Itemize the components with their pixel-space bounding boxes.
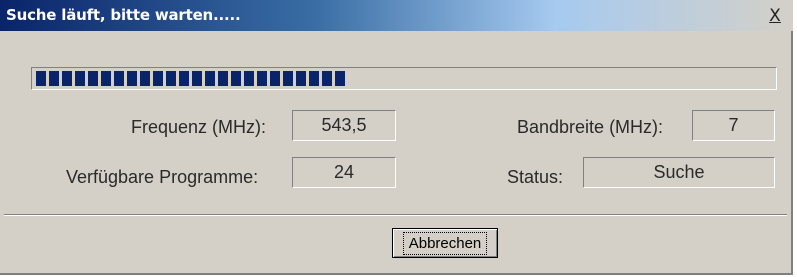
progress-block [309,71,319,86]
bandwidth-value: 7 [692,110,775,141]
progress-block [114,71,124,86]
title-bar: Suche läuft, bitte warten..... X [0,0,793,31]
programs-value: 24 [292,157,396,188]
close-icon: X [769,6,781,26]
bandwidth-label: Bandbreite (MHz): [517,117,664,137]
progress-block [322,71,332,86]
progress-block [335,71,345,86]
progress-block [179,71,189,86]
progress-block [101,71,111,86]
progress-fill [36,71,353,86]
progress-block [205,71,215,86]
progress-block [49,71,59,86]
status-label: Status: [507,167,564,187]
progress-block [283,71,293,86]
progress-block [192,71,202,86]
programs-label: Verfügbare Programme: [66,167,259,187]
progress-bar [31,67,777,90]
progress-block [296,71,306,86]
search-dialog: Suche läuft, bitte warten..... X Frequen… [0,0,793,275]
dialog-title: Suche läuft, bitte warten..... [6,6,241,24]
frequency-value: 543,5 [292,110,396,141]
close-button[interactable]: X [766,7,784,25]
progress-block [75,71,85,86]
separator [4,214,787,216]
progress-block [88,71,98,86]
frequency-label: Frequenz (MHz): [131,117,267,137]
cancel-button[interactable]: Abbrechen [392,228,498,258]
progress-block [153,71,163,86]
progress-block [244,71,254,86]
cancel-button-label: Abbrechen [402,231,488,255]
progress-block [270,71,280,86]
status-value: Suche [583,157,775,188]
progress-block [218,71,228,86]
progress-block [62,71,72,86]
progress-block [127,71,137,86]
progress-block [231,71,241,86]
progress-block [36,71,46,86]
progress-block [166,71,176,86]
progress-block [140,71,150,86]
progress-block [257,71,267,86]
